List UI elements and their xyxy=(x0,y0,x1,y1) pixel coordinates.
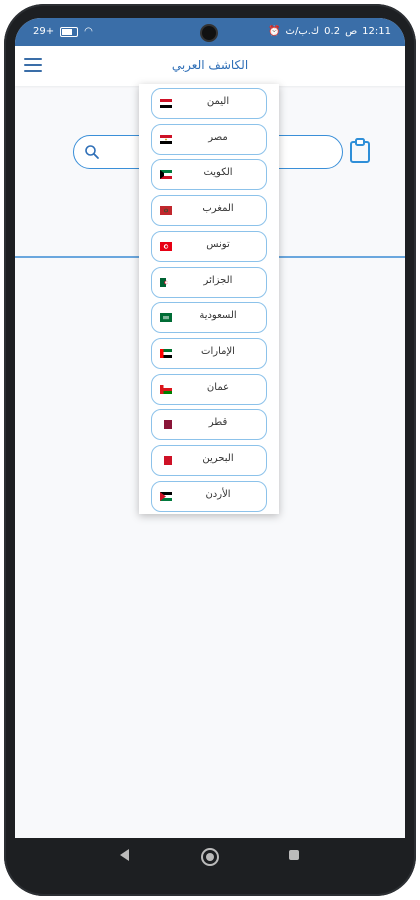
egypt-flag-icon xyxy=(160,134,172,144)
alarm-icon: ⏰ xyxy=(268,26,281,37)
system-nav-bar xyxy=(15,838,405,874)
front-camera xyxy=(202,26,216,40)
uae-flag-icon xyxy=(160,348,172,358)
status-period: ص xyxy=(345,26,358,37)
tunisia-flag-icon xyxy=(160,241,172,251)
country-option-yemen[interactable]: اليمن xyxy=(151,88,267,119)
clipboard-icon[interactable] xyxy=(349,138,371,164)
bahrain-flag-icon xyxy=(160,456,172,465)
country-option-uae[interactable]: الإمارات xyxy=(151,337,267,369)
country-option-qatar[interactable]: قطر xyxy=(151,409,267,441)
app-title: الكاشف العربي xyxy=(171,58,249,72)
status-time: 12:11 xyxy=(362,26,391,37)
country-name: عمان xyxy=(206,381,230,393)
country-name: السعودية xyxy=(199,310,237,322)
status-right: 12:11 ص 0.2 ك.ب/ث ⏰ xyxy=(268,26,391,37)
qatar-flag-icon xyxy=(160,420,172,430)
app-bar: الكاشف العربي xyxy=(15,46,405,86)
country-option-egypt[interactable]: مصر xyxy=(151,123,267,155)
country-name: الأردن xyxy=(205,488,231,500)
app-screen: 29+ ◠ 12:11 ص 0.2 ك.ب/ث ⏰ الكاشف العربي xyxy=(15,18,405,838)
country-name: الكويت xyxy=(203,167,233,179)
country-name: اليمن xyxy=(206,96,230,107)
status-speed-unit: ك.ب/ث xyxy=(285,26,320,37)
status-left: 29+ ◠ xyxy=(33,26,93,37)
country-name: الإمارات xyxy=(201,345,235,357)
country-name: تونس xyxy=(206,238,230,250)
country-name: المغرب xyxy=(202,203,234,215)
country-dropdown: اليمن مصر الكويت المغرب تونس الجزائر السعودية ا… xyxy=(139,84,279,514)
oman-flag-icon xyxy=(160,384,172,394)
jordan-flag-icon xyxy=(160,491,172,501)
country-option-algeria[interactable]: الجزائر xyxy=(151,266,267,298)
saudi-arabia-flag-icon xyxy=(160,313,172,323)
country-option-tunisia[interactable]: تونس xyxy=(151,230,267,262)
country-option-kuwait[interactable]: الكويت xyxy=(151,159,267,191)
country-name: قطر xyxy=(208,417,228,429)
country-option-bahrain[interactable]: البحرين xyxy=(151,445,267,476)
back-icon[interactable] xyxy=(120,849,129,861)
country-option-oman[interactable]: عمان xyxy=(151,373,267,405)
recent-apps-icon[interactable] xyxy=(289,850,299,860)
status-bar: 29+ ◠ 12:11 ص 0.2 ك.ب/ث ⏰ xyxy=(15,18,405,46)
morocco-flag-icon xyxy=(160,206,172,216)
battery-icon xyxy=(60,26,79,37)
country-name: مصر xyxy=(208,131,228,143)
algeria-flag-icon xyxy=(160,277,172,287)
country-name: الجزائر xyxy=(203,274,233,286)
wifi-icon: ◠ xyxy=(84,26,93,37)
country-name: البحرين xyxy=(202,453,234,464)
home-icon[interactable] xyxy=(201,848,219,866)
country-option-saudi-arabia[interactable]: السعودية xyxy=(151,302,267,334)
country-option-morocco[interactable]: المغرب xyxy=(151,195,267,227)
battery-level: 29+ xyxy=(33,26,55,37)
yemen-flag-icon xyxy=(160,99,172,108)
kuwait-flag-icon xyxy=(160,170,172,180)
search-icon xyxy=(85,145,99,159)
status-speed: 0.2 xyxy=(324,26,341,37)
country-option-jordan[interactable]: الأردن xyxy=(151,480,267,512)
